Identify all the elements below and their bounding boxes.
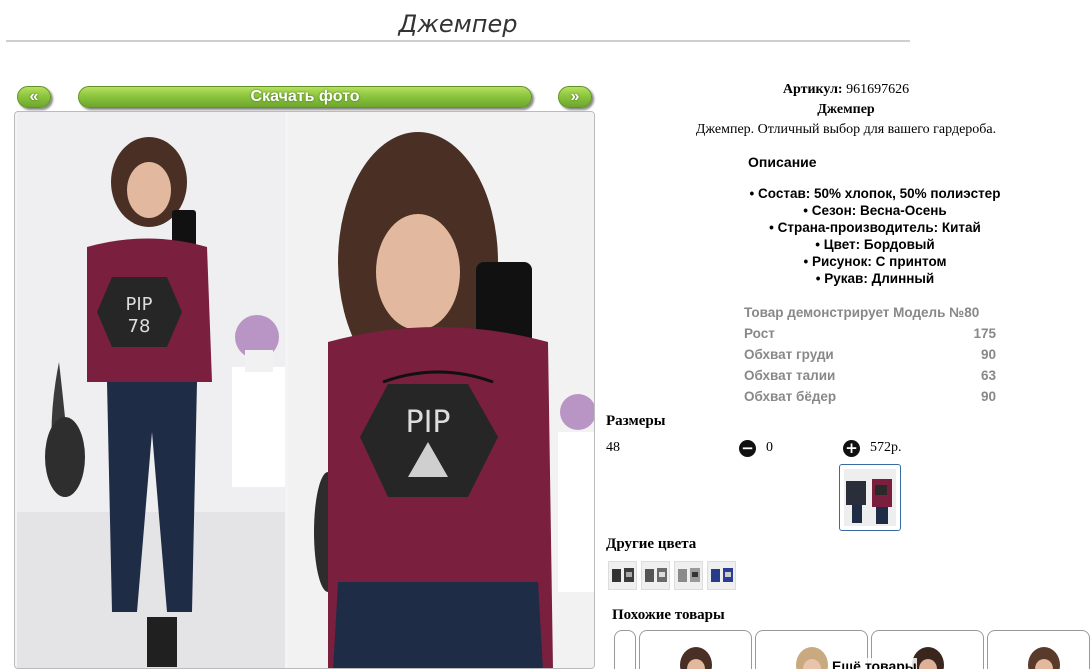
next-photo-button[interactable]: » (558, 86, 592, 108)
model-row-label: Обхват груди (744, 347, 834, 362)
plus-circle-icon[interactable]: + (843, 440, 860, 457)
product-photo-frame: PIP 78 PIP (14, 111, 595, 669)
download-photo-button[interactable]: Скачать фото (78, 86, 532, 108)
color-variant-image (675, 562, 702, 589)
minus-circle-icon[interactable]: − (739, 440, 756, 457)
color-variant-image (642, 562, 669, 589)
model-row-label: Рост (744, 326, 775, 341)
model-measurements: Товар демонстрирует Модель №80 Рост 175 … (744, 304, 996, 409)
product-tagline: Джемпер. Отличный выбор для вашего гарде… (695, 122, 997, 137)
description-item: • Рукав: Длинный (815, 271, 935, 286)
description-item: • Страна-производитель: Китай (769, 220, 981, 235)
sku-line: Артикул: 961697626 (606, 80, 1086, 100)
sku-value: 961697626 (846, 82, 910, 97)
product-info: Артикул: 961697626 Джемпер Джемпер. Отли… (606, 80, 1086, 140)
description-heading: Описание (748, 154, 817, 170)
model-row: Обхват бёдер 90 (744, 388, 996, 409)
other-colors-heading: Другие цвета (606, 536, 697, 552)
model-row-value: 90 (980, 389, 996, 404)
description-item: • Цвет: Бордовый (815, 237, 935, 252)
quantity-value: 0 (766, 440, 773, 455)
svg-text:78: 78 (128, 316, 151, 337)
size-thumbnail[interactable] (839, 464, 901, 531)
color-variant-thumbnail[interactable] (641, 561, 670, 590)
product-name: Джемпер (817, 102, 875, 117)
more-products-button[interactable]: Ещё товары (832, 658, 917, 669)
svg-text:PIP: PIP (405, 405, 450, 440)
product-photo-closeup[interactable]: PIP (288, 112, 594, 668)
model-row: Товар демонстрирует Модель №80 (744, 304, 996, 325)
model-row: Обхват талии 63 (744, 367, 996, 388)
sizes-heading: Размеры (606, 413, 666, 429)
price-value: 572р. (870, 440, 902, 455)
size-row: 48 − 0 + 572р. (606, 440, 926, 458)
color-variant-thumbnail[interactable] (707, 561, 736, 590)
model-row: Обхват груди 90 (744, 346, 996, 367)
similar-products-heading: Похожие товары (612, 607, 725, 623)
size-thumbnail-image (844, 469, 896, 526)
model-row-value: 63 (980, 368, 996, 383)
sku-label: Артикул: (782, 82, 843, 97)
model-row-value: 90 (980, 347, 996, 362)
description-item: • Рисунок: С принтом (803, 254, 947, 269)
description-list: • Состав: 50% хлопок, 50% полиэстер • Се… (740, 185, 1010, 287)
model-row-label: Обхват талии (744, 368, 836, 383)
page-title: Джемпер (6, 6, 910, 42)
product-photo-full-body[interactable]: PIP 78 (17, 112, 285, 668)
similar-product-image (680, 647, 712, 669)
color-variant-image (609, 562, 636, 589)
color-variant-image (708, 562, 735, 589)
color-variant-thumbnail[interactable] (674, 561, 703, 590)
similar-product-image (1028, 647, 1060, 669)
model-row-value: 175 (973, 326, 996, 341)
svg-text:PIP: PIP (125, 294, 152, 315)
model-row: Рост 175 (744, 325, 996, 346)
similar-product-card[interactable] (614, 630, 636, 669)
color-variant-thumbnail[interactable] (608, 561, 637, 590)
model-row-label: Товар демонстрирует Модель №80 (744, 305, 980, 320)
similar-product-card[interactable] (639, 630, 752, 669)
other-colors-list (608, 561, 736, 590)
size-value: 48 (606, 440, 620, 455)
similar-product-card[interactable] (987, 630, 1090, 669)
previous-photo-button[interactable]: « (17, 86, 51, 108)
description-item: • Состав: 50% хлопок, 50% полиэстер (749, 186, 1001, 201)
model-row-label: Обхват бёдер (744, 389, 837, 404)
description-item: • Сезон: Весна-Осень (803, 203, 947, 218)
